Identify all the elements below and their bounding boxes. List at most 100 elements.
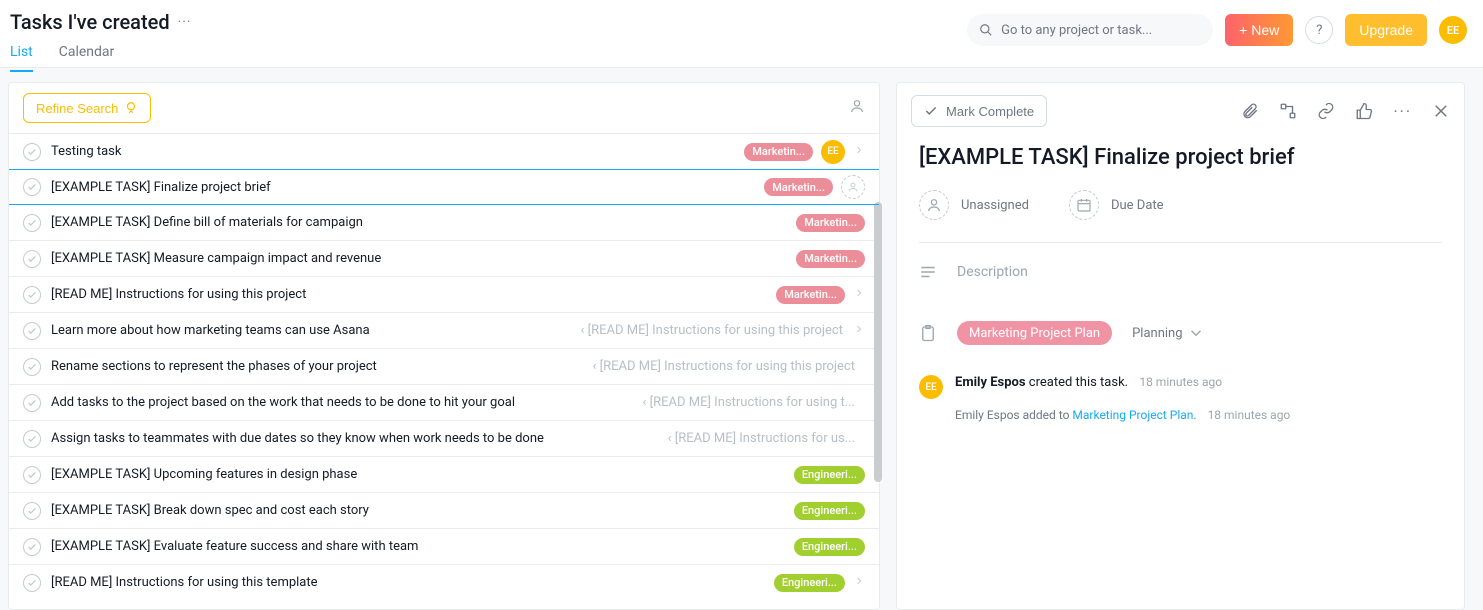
like-icon[interactable] [1355,102,1373,120]
scrollbar-thumb[interactable] [874,202,882,482]
description-field[interactable]: Description [919,263,1442,281]
complete-toggle[interactable] [23,286,41,304]
task-title: [EXAMPLE TASK] Measure campaign impact a… [51,251,786,266]
task-tag[interactable]: Engineeri... [774,574,845,592]
task-title: [READ ME] Instructions for using this te… [51,575,764,590]
complete-toggle[interactable] [23,143,41,161]
task-title: Assign tasks to teammates with due dates… [51,431,658,446]
task-row[interactable]: [READ ME] Instructions for using this te… [9,564,879,600]
complete-toggle[interactable] [23,502,41,520]
task-tag[interactable]: Engineeri... [794,466,865,484]
due-date-field[interactable]: Due Date [1069,190,1164,220]
new-button[interactable]: + New [1225,14,1293,46]
task-assignee-avatar[interactable]: EE [821,140,845,164]
task-detail-panel: Mark Complete ··· [EXAMPLE TASK] Finaliz… [896,82,1465,610]
attachment-icon[interactable] [1241,102,1259,120]
task-title: Rename sections to represent the phases … [51,359,583,374]
task-row[interactable]: [EXAMPLE TASK] Measure campaign impact a… [9,240,879,276]
complete-toggle[interactable] [23,322,41,340]
header: Tasks I've created ··· List Calendar Go … [0,0,1483,68]
task-row[interactable]: Add tasks to the project based on the wo… [9,384,879,420]
refine-search-button[interactable]: Refine Search [23,93,151,123]
mark-complete-label: Mark Complete [946,104,1034,119]
task-row[interactable]: [EXAMPLE TASK] Evaluate feature success … [9,528,879,564]
task-title: [EXAMPLE TASK] Finalize project brief [51,180,754,195]
task-row[interactable]: [EXAMPLE TASK] Upcoming features in desi… [9,456,879,492]
complete-toggle[interactable] [23,358,41,376]
activity-sub-user: Emily Espos [955,408,1020,422]
activity-row: EE Emily Espos created this task. 18 min… [919,375,1442,422]
due-date-label: Due Date [1111,198,1164,213]
task-tag[interactable]: Engineeri... [794,538,865,556]
complete-toggle[interactable] [23,178,41,196]
description-icon [919,263,937,281]
task-title: [READ ME] Instructions for using this pr… [51,287,766,302]
calendar-icon [1069,190,1099,220]
task-parent: [READ ME] Instructions for using this pr… [581,323,844,338]
task-row[interactable]: [EXAMPLE TASK] Define bill of materials … [9,204,879,240]
clipboard-icon [919,324,937,342]
refine-label: Refine Search [36,101,118,116]
search-placeholder: Go to any project or task... [1001,23,1152,38]
new-label: New [1251,22,1279,38]
assignee-column-icon[interactable] [849,98,865,118]
assignee-icon [919,190,949,220]
assignee-label: Unassigned [961,198,1029,213]
complete-toggle[interactable] [23,430,41,448]
task-row[interactable]: [READ ME] Instructions for using this pr… [9,276,879,312]
more-actions-icon[interactable]: ··· [1393,102,1412,121]
assignee-field[interactable]: Unassigned [919,190,1029,220]
activity-project-link[interactable]: Marketing Project Plan. [1072,408,1196,422]
upgrade-button[interactable]: Upgrade [1345,14,1427,46]
search-input[interactable]: Go to any project or task... [967,14,1213,46]
chevron-right-icon [853,575,865,591]
subtask-icon[interactable] [1279,102,1297,120]
chevron-right-icon [853,323,865,339]
description-label: Description [957,264,1028,280]
task-tag[interactable]: Engineeri... [794,502,865,520]
complete-toggle[interactable] [23,574,41,592]
task-title: Testing task [51,144,734,159]
task-list-panel: Refine Search Testing task Marketin... EE [… [8,82,880,610]
complete-toggle[interactable] [23,394,41,412]
task-row[interactable]: Rename sections to represent the phases … [9,348,879,384]
check-icon [924,104,938,118]
task-title: Add tasks to the project based on the wo… [51,395,633,410]
task-tag[interactable]: Marketin... [744,143,813,161]
search-icon [979,23,993,37]
chevron-down-icon [1187,324,1205,342]
close-icon[interactable] [1432,102,1450,120]
complete-toggle[interactable] [23,538,41,556]
complete-toggle[interactable] [23,466,41,484]
complete-toggle[interactable] [23,214,41,232]
activity-action: created this task. [1026,375,1129,390]
chevron-right-icon [853,144,865,160]
task-tag[interactable]: Marketin... [796,214,865,232]
task-tag[interactable]: Marketin... [796,250,865,268]
project-status-label: Planning [1132,326,1182,341]
mark-complete-button[interactable]: Mark Complete [911,95,1047,127]
task-row[interactable]: Assign tasks to teammates with due dates… [9,420,879,456]
activity-sub-action: added to [1020,408,1073,422]
task-parent: [READ ME] Instructions for using t... [643,395,855,410]
task-tag[interactable]: Marketin... [776,286,845,304]
task-row[interactable]: [EXAMPLE TASK] Finalize project brief Mar… [9,169,879,205]
activity-sub-time: 18 minutes ago [1208,408,1291,422]
task-tag[interactable]: Marketin... [764,178,833,196]
task-title: [EXAMPLE TASK] Define bill of materials … [51,215,786,230]
assign-placeholder-icon[interactable] [841,175,865,199]
help-button[interactable]: ? [1305,16,1333,44]
task-row[interactable]: Learn more about how marketing teams can… [9,312,879,348]
more-icon[interactable]: ··· [178,14,192,30]
project-status-select[interactable]: Planning [1132,324,1204,342]
user-avatar[interactable]: EE [1439,16,1467,44]
page-title: Tasks I've created [10,10,170,34]
link-icon[interactable] [1317,102,1335,120]
task-row[interactable]: Testing task Marketin... EE [9,133,879,169]
task-row[interactable]: [EXAMPLE TASK] Break down spec and cost … [9,492,879,528]
complete-toggle[interactable] [23,250,41,268]
task-title: [EXAMPLE TASK] Break down spec and cost … [51,503,784,518]
task-title: [EXAMPLE TASK] Upcoming features in desi… [51,467,784,482]
project-tag[interactable]: Marketing Project Plan [957,321,1112,345]
detail-task-title[interactable]: [EXAMPLE TASK] Finalize project brief [919,145,1442,170]
